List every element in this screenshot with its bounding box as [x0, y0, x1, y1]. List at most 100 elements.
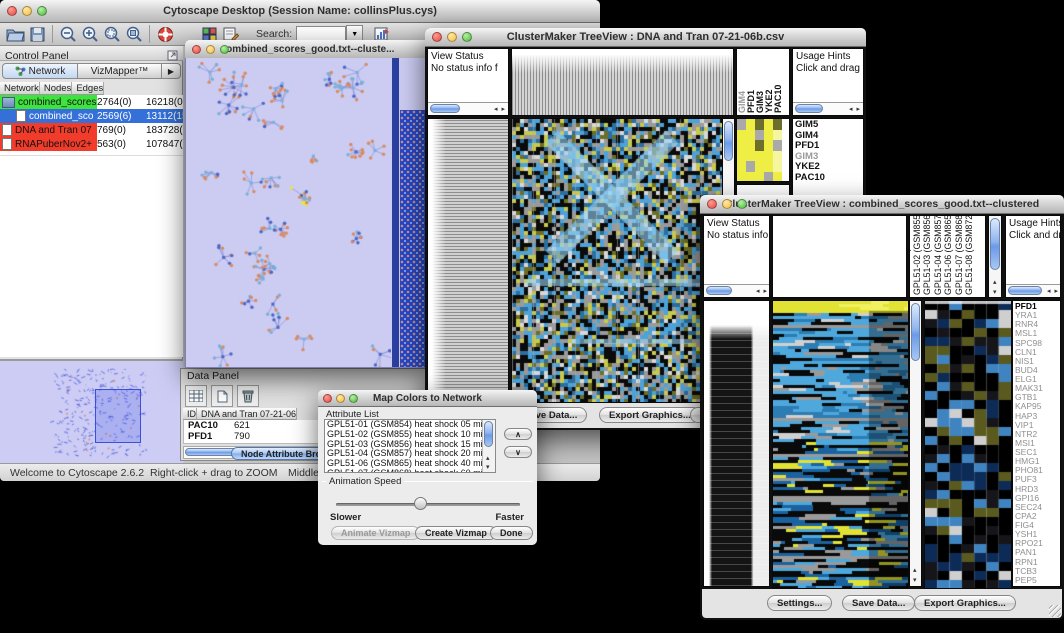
- tab-network[interactable]: Network: [2, 63, 78, 79]
- tv1-zoom-heatmap[interactable]: [736, 118, 790, 182]
- tab-overflow-arrow[interactable]: ▶: [162, 63, 181, 79]
- treeview-action-button[interactable]: Settings...: [767, 595, 832, 611]
- attribute-list-scrollbar[interactable]: ▴ ▾: [482, 420, 495, 472]
- heatmap-cell[interactable]: [755, 151, 764, 162]
- treeview1-titlebar[interactable]: ClusterMaker TreeView : DNA and Tran 07-…: [425, 28, 866, 47]
- heatmap-cell[interactable]: [764, 151, 773, 162]
- heatmap-cell[interactable]: [764, 172, 773, 182]
- network-overview-canvas[interactable]: [2, 363, 181, 461]
- close-button[interactable]: [707, 199, 717, 209]
- heatmap-cell[interactable]: [764, 130, 773, 141]
- zoom-button[interactable]: [737, 199, 747, 209]
- attribute-list-item[interactable]: GPL51-01 (GSM854) heat shock 05 min: [325, 420, 483, 430]
- tv2-view-status-scrollbar[interactable]: ◂ ▸: [704, 284, 769, 297]
- zoom-button[interactable]: [37, 6, 47, 16]
- network-graph-canvas[interactable]: [186, 58, 391, 368]
- treeview2-titlebar[interactable]: ClusterMaker TreeView : combined_scores_…: [700, 195, 1064, 214]
- heatmap-cell[interactable]: [764, 161, 773, 172]
- delete-attribute-trash-icon[interactable]: [237, 385, 259, 407]
- tv2-row-dendrogram[interactable]: [703, 300, 770, 587]
- minimize-button[interactable]: [206, 45, 215, 54]
- scroll-arrow-up[interactable]: ▴: [913, 566, 918, 574]
- scroll-arrow-down[interactable]: ▾: [913, 576, 918, 584]
- network-overview-panel[interactable]: [0, 359, 183, 463]
- heatmap-cell[interactable]: [737, 161, 746, 172]
- zoom-in-icon[interactable]: [79, 24, 101, 44]
- tv1-row-dendrogram[interactable]: [427, 118, 509, 401]
- zoom-button[interactable]: [220, 45, 229, 54]
- minimize-button[interactable]: [336, 394, 345, 403]
- done-button[interactable]: Done: [490, 526, 533, 540]
- move-down-button[interactable]: ∨: [504, 446, 532, 458]
- network-view-canvas-area[interactable]: [185, 58, 430, 368]
- tv1-usage-scrollbar[interactable]: ◂ ▸: [793, 102, 863, 115]
- network-table-row[interactable]: DNA and Tran 07 769(0) 183728(0): [0, 123, 183, 137]
- heatmap-cell[interactable]: [755, 119, 764, 130]
- scroll-arrows[interactable]: ◂ ▸: [756, 287, 768, 295]
- gene-label[interactable]: PAC10: [793, 173, 863, 184]
- heatmap-cell[interactable]: [764, 119, 773, 130]
- tv2-zoom-heatmap[interactable]: [924, 300, 1012, 589]
- minimize-button[interactable]: [447, 32, 457, 42]
- heatmap-cell[interactable]: [755, 140, 764, 151]
- heatmap-cell[interactable]: [737, 140, 746, 151]
- attribute-table-icon[interactable]: [185, 385, 207, 407]
- tv1-column-dendrogram[interactable]: [511, 48, 734, 116]
- heatmap-cell[interactable]: [773, 130, 782, 141]
- heatmap-cell[interactable]: [773, 151, 782, 162]
- attribute-list-item[interactable]: GPL51-02 (GSM855) heat shock 10 min: [325, 430, 483, 440]
- data-column-header[interactable]: ID: [183, 408, 197, 420]
- column-header[interactable]: Network: [0, 82, 40, 95]
- heatmap-cell[interactable]: [746, 130, 755, 141]
- close-button[interactable]: [432, 32, 442, 42]
- zoom-fit-icon[interactable]: [101, 24, 123, 44]
- treeview-action-button[interactable]: Export Graphics...: [914, 595, 1016, 611]
- close-button[interactable]: [192, 45, 201, 54]
- scroll-arrows[interactable]: ◂ ▸: [1047, 287, 1059, 295]
- zoom-selected-icon[interactable]: [123, 24, 145, 44]
- heatmap-cell[interactable]: [755, 172, 764, 182]
- zoom-button[interactable]: [462, 32, 472, 42]
- treeview-action-button[interactable]: Export Graphics...: [599, 407, 701, 423]
- network-table-row[interactable]: combined_scores 2764(0) 16218(0): [0, 95, 183, 109]
- network-table-row[interactable]: RNAPuberNov2+ 563(0) 107847(0): [0, 137, 183, 151]
- dialog-titlebar[interactable]: Map Colors to Network: [318, 390, 537, 407]
- scroll-arrows[interactable]: ◂ ▸: [849, 105, 861, 113]
- overview-viewport-rect[interactable]: [95, 389, 141, 443]
- open-file-icon[interactable]: [4, 24, 26, 44]
- save-icon[interactable]: [26, 24, 48, 44]
- tv2-heatmap-scrollbar[interactable]: ▴ ▾: [909, 300, 922, 587]
- attribute-list-item[interactable]: GPL51-04 (GSM857) heat shock 20 min: [325, 449, 483, 459]
- tv1-main-heatmap[interactable]: [511, 118, 723, 403]
- speed-slider-track[interactable]: [336, 503, 520, 506]
- column-header[interactable]: Nodes: [40, 82, 72, 95]
- close-button[interactable]: [7, 6, 17, 16]
- treeview-action-button[interactable]: Save Data...: [842, 595, 915, 611]
- attribute-list-item[interactable]: GPL51-07 (GSM868) heat shock 60 min: [325, 469, 483, 473]
- tv2-usage-scrollbar[interactable]: ◂ ▸: [1006, 284, 1060, 297]
- scroll-arrow-up[interactable]: ▴: [486, 454, 491, 462]
- tv2-column-dendrogram[interactable]: [772, 215, 907, 298]
- create-vizmap-button[interactable]: Create Vizmap: [415, 526, 497, 540]
- attribute-listbox[interactable]: GPL51-01 (GSM854) heat shock 05 minGPL51…: [324, 419, 496, 473]
- heatmap-cell[interactable]: [746, 119, 755, 130]
- heatmap-cell[interactable]: [746, 151, 755, 162]
- network-table-row[interactable]: combined_sco 2569(6) 13112(15): [0, 109, 183, 123]
- gene-label[interactable]: GIM5: [793, 120, 863, 131]
- heatmap-cell[interactable]: [773, 119, 782, 130]
- tv1-view-status-scrollbar[interactable]: ◂ ▸: [428, 102, 508, 115]
- speed-slider-thumb[interactable]: [414, 497, 427, 510]
- heatmap-cell[interactable]: [755, 161, 764, 172]
- attribute-list-item[interactable]: GPL51-03 (GSM856) heat shock 15 min: [325, 440, 483, 450]
- column-label[interactable]: PAC10: [782, 49, 790, 115]
- heatmap-cell[interactable]: [764, 140, 773, 151]
- heatmap-cell[interactable]: [737, 130, 746, 141]
- minimize-button[interactable]: [722, 199, 732, 209]
- main-titlebar[interactable]: Cytoscape Desktop (Session Name: collins…: [0, 0, 600, 23]
- heatmap-cell[interactable]: [755, 130, 764, 141]
- help-lifering-icon[interactable]: [154, 24, 176, 44]
- heatmap-cell[interactable]: [773, 161, 782, 172]
- animate-vizmap-button[interactable]: Animate Vizmap: [331, 526, 420, 540]
- heatmap-cell[interactable]: [737, 119, 746, 130]
- attribute-list-item[interactable]: GPL51-06 (GSM865) heat shock 40 min: [325, 459, 483, 469]
